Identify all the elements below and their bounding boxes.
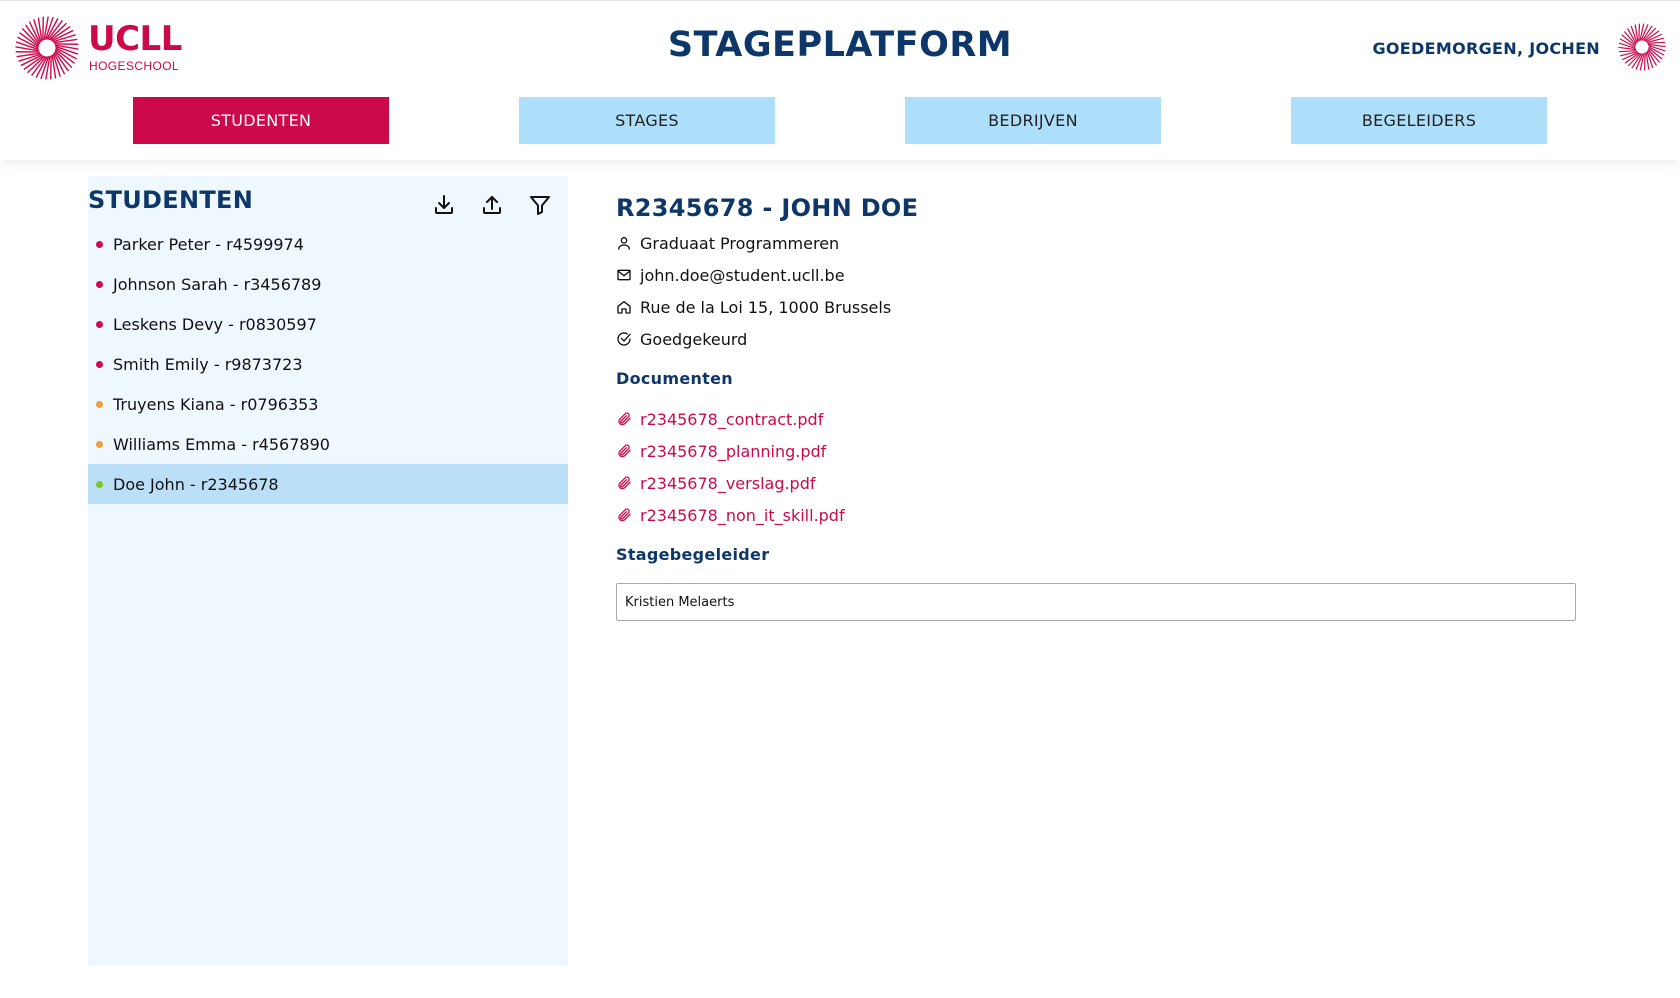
address-row: Rue de la Loi 15, 1000 Brussels [616,295,891,319]
user-greeting: GOEDEMORGEN, JOCHEN [1372,39,1600,58]
student-label: Leskens Devy - r0830597 [113,314,317,334]
tab-stages[interactable]: STAGES [519,97,775,144]
student-label: Williams Emma - r4567890 [113,434,330,454]
student-item[interactable]: Truyens Kiana - r0796353 [88,384,568,424]
student-label: Smith Emily - r9873723 [113,354,303,374]
paperclip-icon [618,508,631,522]
upload-icon [483,196,501,214]
status-dot [96,440,103,448]
status-dot [96,240,103,248]
student-title: R2345678 - JOHN DOE [616,194,919,222]
check-circle-icon [617,332,631,346]
status-dot [96,480,103,488]
document-link[interactable]: r2345678_non_it_skill.pdf [616,503,845,527]
filter-icon [530,196,550,215]
document-name: r2345678_planning.pdf [640,441,827,461]
supervisor-field[interactable] [616,583,1576,621]
sidebar-title: STUDENTEN [88,186,254,214]
paperclip-icon [618,412,631,426]
upload-button[interactable] [477,190,507,220]
document-link[interactable]: r2345678_contract.pdf [616,407,823,431]
paperclip-icon [618,476,631,490]
student-sidebar: STUDENTEN Parker Peter - r4599974 Johnso… [88,176,568,966]
student-label: Parker Peter - r4599974 [113,234,304,254]
student-item[interactable]: Doe John - r2345678 [88,464,568,504]
student-item[interactable]: Smith Emily - r9873723 [88,344,568,384]
student-label: Doe John - r2345678 [113,474,279,494]
student-item[interactable]: Williams Emma - r4567890 [88,424,568,464]
program-text: Graduaat Programmeren [640,233,840,253]
home-icon [617,301,631,314]
address-text: Rue de la Loi 15, 1000 Brussels [640,297,892,317]
student-item[interactable]: Parker Peter - r4599974 [88,224,568,264]
tab-bedrijven[interactable]: BEDRIJVEN [905,97,1161,144]
email-row: john.doe@student.ucll.be [616,263,845,287]
tab-studenten[interactable]: STUDENTEN [133,97,389,144]
document-link[interactable]: r2345678_planning.pdf [616,439,826,463]
status-dot [96,320,103,328]
document-link[interactable]: r2345678_verslag.pdf [616,471,816,495]
avatar[interactable] [1618,23,1666,71]
student-item[interactable]: Johnson Sarah - r3456789 [88,264,568,304]
status-row: Goedgekeurd [616,327,747,351]
app-header: UCLL HOGESCHOOL STAGEPLATFORM GOEDEMORGE… [0,0,1680,160]
status-dot [96,360,103,368]
student-item[interactable]: Leskens Devy - r0830597 [88,304,568,344]
program-row: Graduaat Programmeren [616,231,839,255]
user-icon [618,237,630,250]
student-list: Parker Peter - r4599974 Johnson Sarah - … [88,224,568,504]
status-text: Goedgekeurd [640,329,748,349]
documents-heading: Documenten [616,369,733,388]
supervisor-heading: Stagebegeleider [616,545,770,564]
status-dot [96,280,103,288]
download-button[interactable] [429,190,459,220]
filter-button[interactable] [525,190,555,220]
document-name: r2345678_contract.pdf [640,409,824,429]
paperclip-icon [618,444,631,458]
download-icon [435,195,453,214]
document-name: r2345678_non_it_skill.pdf [640,505,845,525]
tab-begeleiders[interactable]: BEGELEIDERS [1291,97,1547,144]
email-text: john.doe@student.ucll.be [640,265,845,285]
student-label: Truyens Kiana - r0796353 [113,394,319,414]
mail-icon [617,269,631,281]
student-label: Johnson Sarah - r3456789 [113,274,322,294]
status-dot [96,400,103,408]
document-name: r2345678_verslag.pdf [640,473,816,493]
